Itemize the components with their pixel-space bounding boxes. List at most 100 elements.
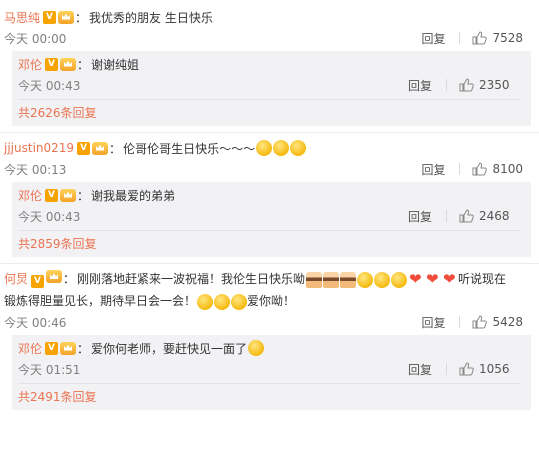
comment-username[interactable]: 何炅 [4,272,28,286]
divider [446,79,447,91]
thumbs-up-icon [459,209,474,223]
view-replies-link[interactable]: 共2859条回复 [18,230,521,257]
comment-meta: 今天 00:46 回复 5428 [4,312,539,332]
reply-text: 爱你何老师，要赶快见一面了 [91,341,248,356]
like-button[interactable]: 7528 [472,31,523,45]
thumbs-up-icon [472,162,488,176]
like-button[interactable]: 5428 [472,315,523,329]
reply-meta: 今天 00:43 回复 2350 [18,75,521,95]
comment-header: jjjustin0219 V ： 伦哥伦哥生日快乐～～～ [4,137,539,159]
comment-item: jjjustin0219 V ： 伦哥伦哥生日快乐～～～ 今天 00:13 回复… [0,137,539,257]
like-button[interactable]: 8100 [472,162,523,176]
crown-member-icon [60,188,77,202]
comment-meta: 今天 00:00 回复 7528 [4,28,539,48]
like-button[interactable]: 1056 [459,362,521,376]
crown-member-icon [60,341,77,355]
like-count: 8100 [492,162,523,176]
reply-button[interactable]: 回复 [408,361,432,378]
verified-v-icon: V [77,141,91,155]
reply-meta: 今天 01:51 回复 1056 [18,359,521,379]
comment-username[interactable]: 马思纯 [4,9,40,26]
reply-button[interactable]: 回复 [421,161,445,178]
comment-time: 今天 00:46 [4,315,67,330]
comment-header: 何炅V：刚刚落地赶紧来一波祝福！我伦生日快乐呦听说现在锻炼得胆量见长，期待早日会… [4,268,539,312]
verified-v-icon: V [45,341,59,355]
crown-member-icon [60,57,77,71]
comment-text: 刚刚落地赶紧来一波祝福！我伦生日快乐呦 [77,272,306,286]
clap-emoji-icon [231,293,248,310]
heart-emoji-icon [408,272,424,287]
like-button[interactable]: 2468 [459,209,521,223]
verified-v-icon: V [45,57,59,71]
reply-time: 今天 00:43 [18,209,81,224]
grin-emoji-icon [248,340,265,356]
crown-member-icon [46,270,63,283]
comment-text: 听说现在 [458,272,507,286]
divider [446,363,447,375]
comment-username[interactable]: jjjustin0219 [4,141,74,155]
reply-button[interactable]: 回复 [421,314,445,331]
reply-box: 邓伦 V ： 谢谢纯姐 今天 00:43 回复 2350 共2626条回复 [12,51,531,126]
comment-divider [0,263,539,264]
thumbs-up-icon [472,31,488,45]
divider [459,163,461,175]
comment-item: 何炅V：刚刚落地赶紧来一波祝福！我伦生日快乐呦听说现在锻炼得胆量见长，期待早日会… [0,268,539,410]
smile-emoji-icon [391,271,408,288]
reply-text: 谢谢纯姐 [91,57,140,72]
heart-emoji-icon [425,272,441,287]
comment-header: 马思纯 V ： 我优秀的朋友 生日快乐 [4,9,213,26]
laughing-emoji-icon [290,140,307,156]
comment-text: 爱你呦！ [247,294,296,308]
comment-time: 今天 00:13 [4,162,67,177]
divider [459,316,461,328]
thumbs-up-icon [459,78,474,92]
reply-text: 谢我最爱的弟弟 [91,188,176,203]
reply-time: 今天 01:51 [18,362,81,377]
cake-emoji-icon [306,271,323,288]
smile-emoji-icon [357,271,374,288]
laughing-emoji-icon [273,140,290,156]
thumbs-up-icon [472,315,488,329]
clap-emoji-icon [214,293,231,310]
reply-username[interactable]: 邓伦 [18,340,42,357]
reply-username[interactable]: 邓伦 [18,56,42,73]
reply-item: 邓伦 V ： 谢我最爱的弟弟 今天 00:43 回复 2468 [18,184,521,230]
reply-box: 邓伦 V ： 爱你何老师，要赶快见一面了 今天 01:51 回复 1056 共2… [12,335,531,410]
divider [459,32,461,44]
comment-text: 锻炼得胆量见长，期待早日会一会！ [4,294,197,308]
comment-time: 今天 00:00 [4,31,67,46]
reply-button[interactable]: 回复 [408,77,432,94]
view-replies-link[interactable]: 共2491条回复 [18,383,521,410]
like-count: 7528 [492,31,523,45]
reply-username[interactable]: 邓伦 [18,187,42,204]
thumbs-up-icon [459,362,474,376]
reply-meta: 今天 00:43 回复 2468 [18,206,521,226]
like-count: 2468 [479,209,510,223]
verified-v-icon: V [43,10,57,24]
cake-emoji-icon [323,271,340,288]
cake-emoji-icon [340,271,357,288]
smile-emoji-icon [374,271,391,288]
crown-member-icon [92,141,109,155]
comment-text: 我优秀的朋友 生日快乐 [89,10,213,25]
reply-item: 邓伦 V ： 爱你何老师，要赶快见一面了 今天 01:51 回复 1056 [18,337,521,383]
like-count: 5428 [492,315,523,329]
like-button[interactable]: 2350 [459,78,521,92]
reply-button[interactable]: 回复 [421,30,445,47]
like-count: 2350 [479,78,510,92]
reply-time: 今天 00:43 [18,78,81,93]
laughing-emoji-icon [256,140,273,156]
reply-item: 邓伦 V ： 谢谢纯姐 今天 00:43 回复 2350 [18,53,521,99]
comment-item: 马思纯 V ： 我优秀的朋友 生日快乐 今天 00:00 回复 7528 邓伦 … [0,0,539,126]
crown-member-icon [58,10,75,24]
reply-box: 邓伦 V ： 谢我最爱的弟弟 今天 00:43 回复 2468 共2859条回复 [12,182,531,257]
comment-list: 马思纯 V ： 我优秀的朋友 生日快乐 今天 00:00 回复 7528 邓伦 … [0,0,539,474]
verified-v-icon: V [45,188,59,202]
comment-meta: 今天 00:13 回复 8100 [4,159,539,179]
comment-text: 伦哥伦哥生日快乐～～～ [123,141,256,156]
reply-button[interactable]: 回复 [408,208,432,225]
divider [446,210,447,222]
like-count: 1056 [479,362,510,376]
view-replies-link[interactable]: 共2626条回复 [18,99,521,126]
heart-emoji-icon [442,272,458,287]
